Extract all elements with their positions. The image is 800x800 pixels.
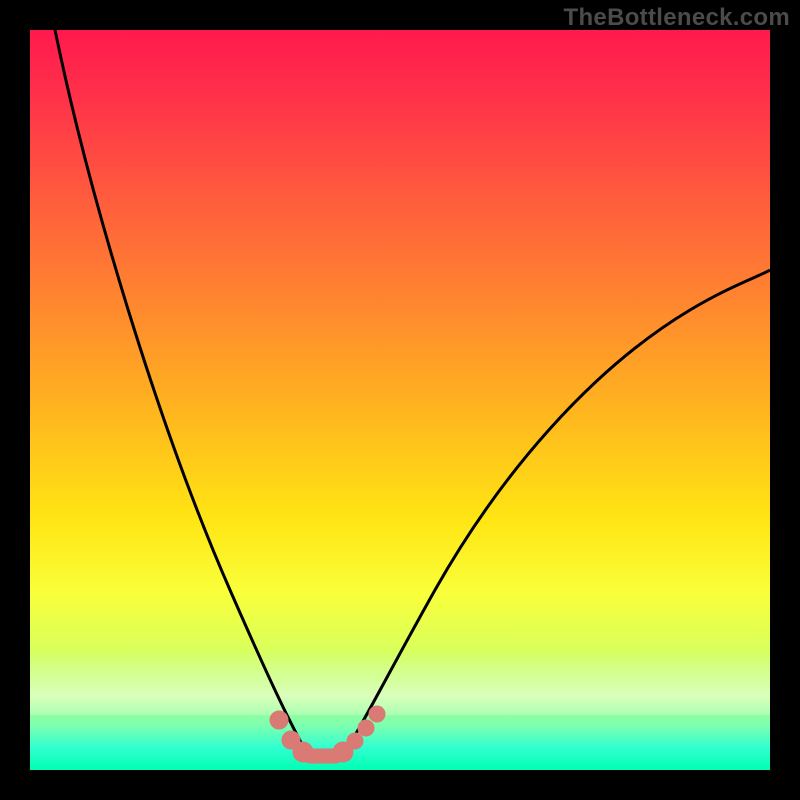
watermark-text: TheBottleneck.com [564,4,790,32]
marker-dot [347,733,363,749]
marker-dot [369,706,385,722]
plot-area [30,30,770,770]
chart-svg [30,30,770,770]
left-curve [55,30,308,755]
chart-frame: TheBottleneck.com [0,0,800,800]
marker-dot [270,711,288,729]
marker-dot [358,720,374,736]
right-curve [342,270,770,756]
